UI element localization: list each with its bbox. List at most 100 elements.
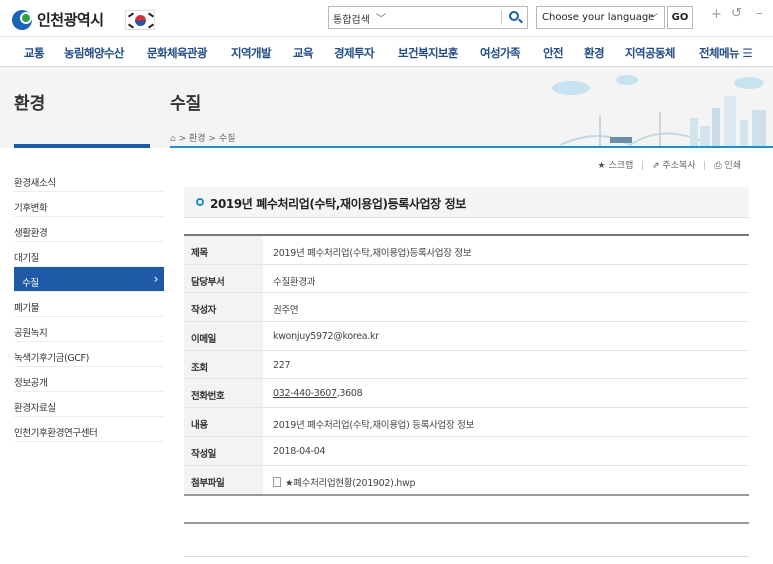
breadcrumb-path[interactable]: > 환경 > 수질 xyxy=(179,134,236,144)
nav-item-culture[interactable]: 문화체육관광 xyxy=(147,45,207,61)
language-select-label: Choose your language xyxy=(542,12,655,23)
table-row: 작성일 2018-04-04 xyxy=(184,436,749,466)
copy-url-button[interactable]: ⇗ 주소복사 xyxy=(652,158,696,171)
site-logo[interactable]: 인천광역시 xyxy=(12,9,104,30)
incheon-logo-icon xyxy=(12,9,32,30)
nav-item-transport[interactable]: 교통 xyxy=(24,45,45,61)
chevron-down-icon: ﹀ xyxy=(648,14,658,25)
file-icon xyxy=(273,476,281,487)
top-bar: 인천광역시 통합검색 ﹀ Choose your language ﹀ GO +… xyxy=(0,0,773,36)
email-link[interactable]: kwonjuy5972@korea.kr xyxy=(273,331,379,342)
phone-link[interactable]: 032-440-3607 xyxy=(273,388,337,399)
language-select[interactable]: Choose your language ﹀ xyxy=(536,6,665,29)
content-tools: ★ 스크랩 ⇗ 주소복사 ⎙ 인쇄 xyxy=(598,158,741,171)
chevron-right-icon: › xyxy=(153,272,159,286)
row-label: 첨부파일 xyxy=(184,465,263,495)
bullet-icon xyxy=(196,198,204,206)
left-nav-item-active[interactable]: 수질 › xyxy=(14,267,164,292)
sub-visual xyxy=(0,67,773,148)
breadcrumb: ⌂ > 환경 > 수질 xyxy=(170,131,235,144)
search-box: 통합검색 ﹀ xyxy=(328,6,528,29)
table-row: 제목 2019년 폐수처리업(수탁,재이용업)등록사업장 정보 xyxy=(184,236,749,265)
cloud-decoration xyxy=(552,81,590,95)
table-row: 내용 2019년 폐수처리업(수탁,재이용업) 등록사업장 정보 xyxy=(184,408,749,437)
cloud-decoration xyxy=(734,77,764,89)
row-value: 2019년 폐수처리업(수탁,재이용업)등록사업장 정보 xyxy=(273,248,472,259)
main-nav: 교통 농림해양수산 문화체육관광 지역개발 교육 경제투자 보건복지보훈 여성가… xyxy=(0,36,773,67)
zoom-in-button[interactable]: + xyxy=(711,7,722,22)
nav-item-economy[interactable]: 경제투자 xyxy=(334,45,375,61)
search-button[interactable] xyxy=(505,8,525,27)
search-scope-select[interactable]: 통합검색 xyxy=(333,11,370,26)
phone-extension: ,3608 xyxy=(336,388,363,400)
nav-item-welfare[interactable]: 보건복지보훈 xyxy=(398,45,458,61)
left-nav-item[interactable]: 기후변화 xyxy=(14,192,164,217)
nav-item-agriculture[interactable]: 농림해양수산 xyxy=(64,45,124,61)
table-row: 이메일 kwonjuy5972@korea.kr xyxy=(184,322,749,351)
left-nav-item[interactable]: 환경자료실 xyxy=(14,392,164,417)
divider xyxy=(184,522,749,524)
nav-item-safety[interactable]: 안전 xyxy=(543,45,564,61)
row-label: 조회 xyxy=(184,350,263,379)
nav-item-environment[interactable]: 환경 xyxy=(584,45,605,61)
row-value: 2019년 폐수처리업(수탁,재이용업) 등록사업장 정보 xyxy=(273,420,475,432)
nav-item-family[interactable]: 여성가족 xyxy=(480,45,521,61)
table-row: 첨부파일 ★폐수처리업현황(201902).hwp xyxy=(184,465,749,495)
printer-icon: ⎙ xyxy=(714,161,722,171)
article-title: 2019년 폐수처리업(수탁,재이용업)등록사업장 정보 xyxy=(210,197,466,211)
left-nav-item-label: 수질 xyxy=(22,278,39,289)
attachment-filename: ★폐수처리업현황(201902).hwp xyxy=(285,477,416,489)
row-value: 권주연 xyxy=(273,305,299,317)
attachment-link[interactable]: ★폐수처리업현황(201902).hwp xyxy=(273,475,416,489)
nav-item-all-menu[interactable]: 전체메뉴 ☰ xyxy=(699,45,753,61)
left-nav: 환경새소식 기후변화 생활환경 대기질 수질 › 폐기물 공원녹지 녹색기후기금… xyxy=(14,167,164,442)
zoom-reset-button[interactable]: ↺ xyxy=(731,6,742,21)
divider xyxy=(501,10,502,25)
row-label: 내용 xyxy=(184,408,263,436)
bridge-illustration xyxy=(560,112,710,147)
main-content: ★ 스크랩 ⇗ 주소복사 ⎙ 인쇄 2019년 폐수처리업(수탁,재이용업)등록… xyxy=(170,148,773,564)
table-row: 전화번호 032-440-3607,3608 xyxy=(184,379,749,409)
left-nav-item[interactable]: 정보공개 xyxy=(14,367,164,392)
divider xyxy=(184,556,749,557)
row-value: 2018-04-04 xyxy=(273,445,326,457)
page-title: 수질 xyxy=(170,94,202,114)
logo-text: 인천광역시 xyxy=(37,11,104,29)
home-icon[interactable]: ⌂ xyxy=(170,134,176,144)
nav-item-regional-dev[interactable]: 지역개발 xyxy=(231,45,272,61)
left-nav-item[interactable]: 대기질 xyxy=(14,242,164,267)
zoom-out-button[interactable]: – xyxy=(756,6,763,21)
scrap-button[interactable]: ★ 스크랩 xyxy=(598,158,634,171)
row-value: 227 xyxy=(273,359,291,371)
section-title: 환경 xyxy=(14,94,46,114)
row-label: 작성자 xyxy=(184,293,263,322)
row-value: 032-440-3607,3608 xyxy=(273,388,363,400)
table-row: 담당부서 수질환경과 xyxy=(184,264,749,294)
left-nav-item[interactable]: 환경새소식 xyxy=(14,167,164,192)
cloud-decoration xyxy=(616,75,638,85)
row-label: 이메일 xyxy=(184,322,263,350)
chevron-down-icon[interactable]: ﹀ xyxy=(376,10,386,25)
row-value: 수질환경과 xyxy=(273,276,316,288)
left-nav-item[interactable]: 생활환경 xyxy=(14,217,164,242)
go-button[interactable]: GO xyxy=(667,6,693,29)
left-nav-item[interactable]: 녹색기후기금(GCF) xyxy=(14,342,164,367)
row-label: 담당부서 xyxy=(184,264,263,293)
share-icon: ⇗ xyxy=(652,161,660,171)
table-row: 작성자 권주연 xyxy=(184,293,749,323)
taegukgi-icon xyxy=(125,10,155,30)
star-icon: ★ xyxy=(597,161,606,171)
row-label: 전화번호 xyxy=(184,379,263,408)
table-row: 조회 227 xyxy=(184,350,749,380)
article-info-table: 제목 2019년 폐수처리업(수탁,재이용업)등록사업장 정보 담당부서 수질환… xyxy=(184,234,749,497)
left-nav-item[interactable]: 공원녹지 xyxy=(14,317,164,342)
left-nav-item[interactable]: 폐기물 xyxy=(14,292,164,317)
nav-item-community[interactable]: 지역공동체 xyxy=(625,45,676,61)
nav-item-education[interactable]: 교육 xyxy=(293,45,314,61)
article-header: 2019년 폐수처리업(수탁,재이용업)등록사업장 정보 xyxy=(184,187,749,218)
row-label: 제목 xyxy=(184,236,263,264)
print-button[interactable]: ⎙ 인쇄 xyxy=(714,158,741,171)
left-nav-item[interactable]: 인천기후환경연구센터 xyxy=(14,417,164,442)
lnb-title-underline xyxy=(14,144,150,148)
row-label: 작성일 xyxy=(184,436,263,465)
